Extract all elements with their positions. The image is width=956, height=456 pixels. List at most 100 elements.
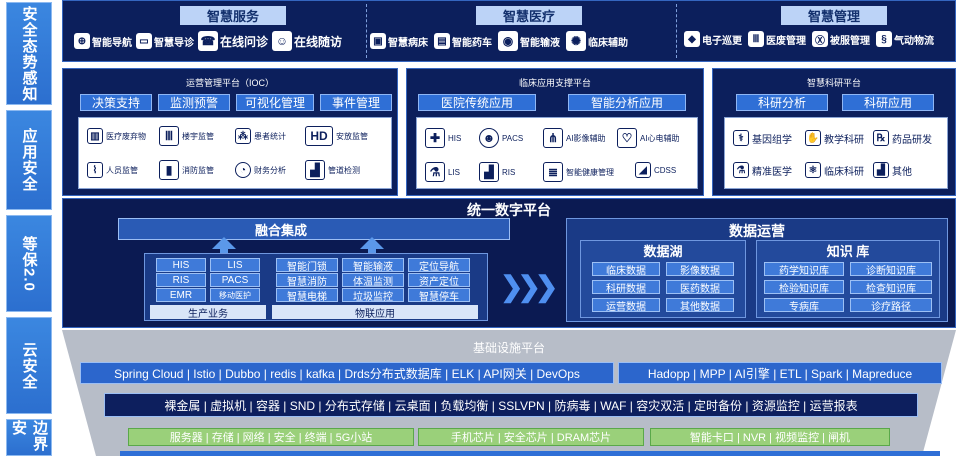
data-lake-cell[interactable]: 影像数据	[666, 262, 734, 277]
prod-cell[interactable]: RIS	[156, 273, 206, 287]
research-analysis-button[interactable]: 科研分析	[736, 94, 828, 111]
infra-chip-bar: 手机芯片 | 安全芯片 | DRAM芯片	[418, 428, 644, 446]
research-item-genomics[interactable]: ⚕ 基因组学	[733, 130, 792, 146]
infusion-icon: ◉	[498, 31, 518, 51]
doctor-screen-icon: ☎	[198, 31, 218, 51]
service-item[interactable]: ⊕ 智能导航	[74, 33, 132, 49]
ioc-item-patient-stats[interactable]: ⁂ 患者统计	[235, 128, 286, 144]
knowledge-cell[interactable]: 检查知识库	[850, 280, 932, 295]
research-application-button[interactable]: 科研应用	[842, 94, 934, 111]
fusion-bar: 融合集成	[118, 218, 510, 240]
knowledge-cell[interactable]: 专病库	[764, 298, 844, 313]
patrol-car-icon: ◆	[684, 31, 700, 47]
medical-item[interactable]: ◉ 智能输液	[498, 31, 560, 51]
iot-cell[interactable]: 智能输液	[342, 258, 404, 273]
left-item-compliance: 等保2.0	[6, 215, 52, 312]
infra-cloud-bar: 裸金属 | 虚拟机 | 容器 | SND | 分布式存储 | 云桌面 | 负载均…	[104, 393, 918, 417]
service-item[interactable]: ☺ 在线随访	[272, 31, 342, 51]
infra-bigdata-bar: Hadopp | MPP | AI引擎 | ETL | Spark | Mapr…	[618, 362, 942, 384]
research-item-other[interactable]: ▟ 其他	[873, 162, 912, 178]
service-item[interactable]: ☎ 在线问诊	[198, 31, 268, 51]
data-lake-cell[interactable]: 运营数据	[592, 298, 660, 313]
clinical-item-ai-imaging[interactable]: ⋔ AI影像辅助	[543, 128, 606, 148]
atom-icon: ⚛	[805, 162, 821, 178]
infra-hardware-bar: 服务器 | 存储 | 网络 | 安全 | 终端 | 5G小站	[128, 428, 414, 446]
lungs-icon: ⋔	[543, 128, 563, 148]
infra-device-bar: 智能卡口 | NVR | 视频监控 | 闸机	[650, 428, 890, 446]
service-items: ⊕ 智能导航 ▭ 智慧导诊 ☎ 在线问诊 ☺ 在线随访	[74, 31, 364, 51]
iot-cell[interactable]: 智慧消防	[276, 273, 338, 288]
clinical-item-pacs[interactable]: ☻ PACS	[479, 128, 523, 148]
data-lake-cell[interactable]: 医药数据	[666, 280, 734, 295]
section-smart-service: 智慧服务	[180, 6, 286, 25]
management-item[interactable]: Ⅲ 医废管理	[748, 31, 806, 47]
iot-cell[interactable]: 智慧停车	[408, 288, 470, 303]
management-item[interactable]: Ⓧ 被服管理	[812, 31, 870, 47]
ioc-item-medical-waste[interactable]: ▥ 医疗废弃物	[87, 128, 146, 144]
chart-icon: ◢	[635, 162, 651, 178]
navigation-icon: ⊕	[74, 33, 90, 49]
management-item[interactable]: ◆ 电子巡更	[684, 31, 742, 47]
iot-cell[interactable]: 智能门锁	[276, 258, 338, 273]
research-item-clinical[interactable]: ⚛ 临床科研	[805, 162, 864, 178]
prod-cell[interactable]: 移动医护	[210, 288, 260, 302]
medical-item[interactable]: ✺ 临床辅助	[566, 31, 628, 51]
ioc-item-building[interactable]: Ⅲ 楼宇监管	[159, 126, 214, 146]
clinical-item-ai-ecg[interactable]: ♡ AI心电辅助	[617, 128, 680, 148]
clinical-analysis-button[interactable]: 智能分析应用	[568, 94, 686, 111]
prod-cell[interactable]: HIS	[156, 258, 206, 272]
visit-icon: ☺	[272, 31, 293, 51]
prod-cell[interactable]: LIS	[210, 258, 260, 272]
flask-icon: ⚗	[733, 162, 749, 178]
research-item-teaching[interactable]: ✋ 教学科研	[805, 130, 864, 146]
clinical-item-his[interactable]: ✚ HIS	[425, 128, 461, 148]
service-item[interactable]: ▭ 智慧导诊	[136, 33, 194, 49]
ioc-item-security[interactable]: HD 安放监管	[305, 126, 368, 146]
hospital-cross-icon: ✚	[425, 128, 445, 148]
ioc-item-staff[interactable]: ⌇ 人员监管	[87, 162, 138, 178]
prod-cell[interactable]: EMR	[156, 288, 206, 302]
data-lake-title: 数据湖	[643, 244, 683, 259]
ioc-event-management-button[interactable]: 事件管理	[320, 94, 392, 111]
data-lake-cell[interactable]: 临床数据	[592, 262, 660, 277]
doctor-icon: ☻	[479, 128, 499, 148]
knowledge-cell[interactable]: 药学知识库	[764, 262, 844, 277]
research-item-drug-dev[interactable]: ℞ 药品研发	[873, 130, 932, 146]
ioc-item-pipeline[interactable]: ▟ 管道检测	[305, 160, 360, 180]
pipe-icon: §	[876, 31, 892, 47]
ioc-visual-management-button[interactable]: 可视化管理	[236, 94, 314, 111]
data-lake-cell[interactable]: 其他数据	[666, 298, 734, 313]
iot-cell[interactable]: 体温监测	[342, 273, 404, 288]
clinical-traditional-button[interactable]: 医院传统应用	[418, 94, 536, 111]
ioc-monitor-warning-button[interactable]: 监测预警	[158, 94, 230, 111]
section-smart-management: 智慧管理	[781, 6, 887, 25]
clinical-item-cdss[interactable]: ◢ CDSS	[635, 162, 676, 178]
data-ops-title: 数据运营	[729, 223, 785, 239]
iot-cell[interactable]: 资产定位	[408, 273, 470, 288]
knowledge-title: 知识 库	[826, 244, 870, 259]
knowledge-cell[interactable]: 检验知识库	[764, 280, 844, 295]
ioc-item-finance[interactable]: ◔ 财务分析	[235, 162, 286, 178]
knowledge-cell[interactable]: 诊疗路径	[850, 298, 932, 313]
clinical-item-health-mgmt[interactable]: ≣ 智能健康管理	[543, 162, 614, 182]
left-item-security-awareness: 安全态势感知	[6, 2, 52, 105]
clinical-item-ris[interactable]: ▟ RIS	[479, 162, 515, 182]
management-items: ◆ 电子巡更 Ⅲ 医废管理 Ⓧ 被服管理 § 气动物流	[684, 31, 954, 47]
research-item-precision[interactable]: ⚗ 精准医学	[733, 162, 792, 178]
iot-cell[interactable]: 定位导航	[408, 258, 470, 273]
medical-item[interactable]: ▣ 智慧病床	[370, 33, 428, 49]
management-item[interactable]: § 气动物流	[876, 31, 934, 47]
prod-cell[interactable]: PACS	[210, 273, 260, 287]
iot-label: 物联应用	[272, 305, 478, 320]
iot-cell[interactable]: 垃圾监控	[342, 288, 404, 303]
knowledge-cell[interactable]: 诊断知识库	[850, 262, 932, 277]
ioc-decision-support-button[interactable]: 决策支持	[80, 94, 152, 111]
medical-item[interactable]: ▤ 智能药车	[434, 33, 492, 49]
ioc-item-fire[interactable]: ▮ 消防监管	[159, 160, 214, 180]
data-lake-cell[interactable]: 科研数据	[592, 280, 660, 295]
bin-icon: ▥	[87, 128, 103, 144]
pill-icon: ℞	[873, 130, 889, 146]
clinical-item-lis[interactable]: ⚗ LIS	[425, 162, 460, 182]
iot-cell[interactable]: 智慧电梯	[276, 288, 338, 303]
ioc-title: 运营管理平台（IOC）	[185, 78, 274, 88]
